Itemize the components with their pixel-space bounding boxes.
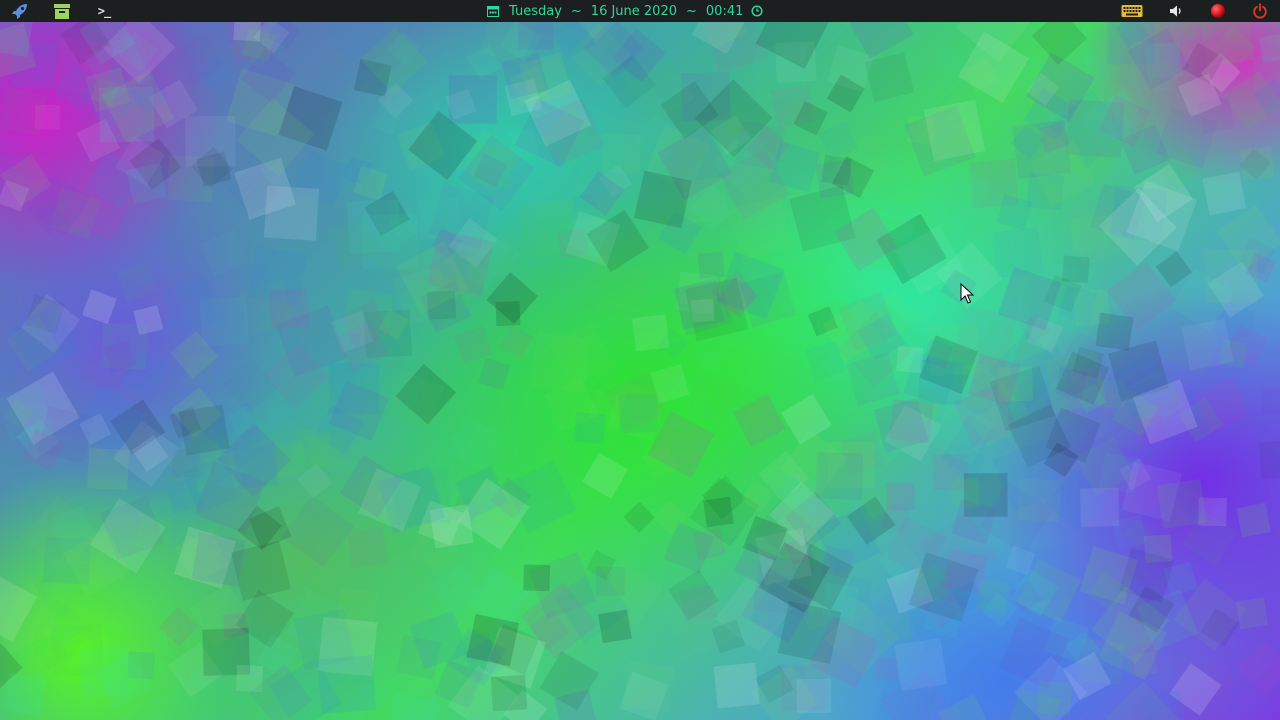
wallpaper-tile xyxy=(478,358,511,391)
wallpaper-tile xyxy=(523,564,551,592)
wallpaper-tile xyxy=(1261,387,1280,415)
wallpaper-tile xyxy=(200,229,248,277)
wallpaper-tile xyxy=(222,358,278,414)
wallpaper-tile xyxy=(178,404,230,456)
wallpaper-tile xyxy=(1258,439,1280,480)
power-icon[interactable] xyxy=(1250,1,1270,21)
clock-date: 16 June 2020 xyxy=(590,3,677,19)
wallpaper-tile xyxy=(703,496,734,528)
archive-box-icon[interactable] xyxy=(52,1,72,21)
wallpaper-tile xyxy=(682,177,730,225)
wallpaper-tile xyxy=(486,272,539,324)
wallpaper-tile xyxy=(191,532,246,587)
clock-separator: ~ xyxy=(686,3,697,19)
wallpaper-tile xyxy=(1181,318,1234,371)
wallpaper-tile xyxy=(1236,597,1268,630)
wallpaper-tile xyxy=(697,251,725,279)
wallpaper-tile xyxy=(87,447,130,490)
wallpaper-tile xyxy=(815,452,864,500)
wallpaper-tile xyxy=(752,45,808,101)
wallpaper-tile xyxy=(309,381,338,410)
clock-widget[interactable]: Tuesday ~ 16 June 2020 ~ 00:41 xyxy=(486,0,764,22)
wallpaper-tile xyxy=(633,170,692,229)
wallpaper-tile xyxy=(713,662,760,709)
wallpaper-tile xyxy=(1127,40,1180,93)
wallpaper-tile xyxy=(815,159,855,199)
wallpaper-tile xyxy=(199,296,249,347)
wallpaper-tile xyxy=(1202,171,1247,216)
record-icon[interactable] xyxy=(1208,1,1228,21)
wallpaper-tile xyxy=(623,501,655,533)
wallpaper-tile xyxy=(796,678,832,714)
wallpaper-tile xyxy=(454,325,493,365)
wallpaper-tile xyxy=(1134,415,1167,448)
wallpaper-tile xyxy=(541,436,572,468)
wallpaper-tile xyxy=(822,582,859,620)
wallpaper-tile xyxy=(896,346,924,374)
clock-icon xyxy=(750,4,764,18)
rocket-icon[interactable] xyxy=(10,1,30,21)
wallpaper-tile xyxy=(233,443,279,490)
wallpaper-tile xyxy=(873,656,899,682)
wallpaper-tile xyxy=(1204,249,1258,304)
wallpaper-tile xyxy=(571,193,599,221)
wallpaper-tile xyxy=(269,288,310,329)
terminal-icon[interactable]: >_ xyxy=(94,1,114,21)
wallpaper-tile xyxy=(396,634,442,680)
wallpaper-tile xyxy=(992,227,1044,278)
wallpaper-tile xyxy=(263,185,320,241)
wallpaper-mosaic xyxy=(0,0,1280,720)
wallpaper-tile xyxy=(1070,215,1111,256)
wallpaper-tile xyxy=(937,45,965,73)
clock-separator: ~ xyxy=(570,3,582,19)
wallpaper-tile xyxy=(385,692,441,720)
top-panel: >_ Tuesday ~ 16 June 2020 ~ 00:41 xyxy=(0,0,1280,22)
mouse-pointer-icon xyxy=(960,283,974,304)
wallpaper-tile xyxy=(975,578,1011,614)
wallpaper-tile xyxy=(696,351,721,376)
wallpaper-tile xyxy=(466,613,520,667)
wallpaper-tile xyxy=(281,495,355,568)
desktop[interactable]: >_ Tuesday ~ 16 June 2020 ~ 00:41 xyxy=(0,0,1280,720)
panel-left-group: >_ xyxy=(10,0,114,22)
wallpaper-tile xyxy=(595,267,646,318)
wallpaper-tile xyxy=(582,452,629,499)
wallpaper-tile xyxy=(1237,640,1280,695)
wallpaper-tile xyxy=(0,350,17,383)
wallpaper-tile xyxy=(291,428,331,467)
wallpaper-tile xyxy=(596,567,625,596)
wallpaper-tile xyxy=(82,289,117,325)
wallpaper-tile xyxy=(1080,487,1120,527)
clock-day: Tuesday xyxy=(509,3,562,19)
wallpaper-tile xyxy=(394,468,451,525)
wallpaper-tile xyxy=(447,415,503,471)
wallpaper-tile xyxy=(927,323,981,377)
wallpaper-tile xyxy=(0,87,49,136)
wallpaper-tile xyxy=(601,133,642,174)
wallpaper-tile xyxy=(679,584,718,623)
wallpaper-tile xyxy=(1236,502,1271,538)
volume-icon[interactable] xyxy=(1166,1,1186,21)
wallpaper-tile xyxy=(3,673,46,716)
wallpaper-tile xyxy=(427,562,483,617)
calendar-icon xyxy=(486,4,500,18)
wallpaper-tile xyxy=(448,75,497,124)
wallpaper-tile xyxy=(692,526,726,561)
wallpaper-tile xyxy=(0,142,49,194)
wallpaper-tile xyxy=(1015,543,1075,603)
clock-time: 00:41 xyxy=(705,3,744,19)
wallpaper-tile xyxy=(923,99,986,162)
keyboard-icon[interactable] xyxy=(1120,1,1144,21)
wallpaper-tile xyxy=(1037,680,1073,717)
panel-right-group xyxy=(1120,0,1270,22)
